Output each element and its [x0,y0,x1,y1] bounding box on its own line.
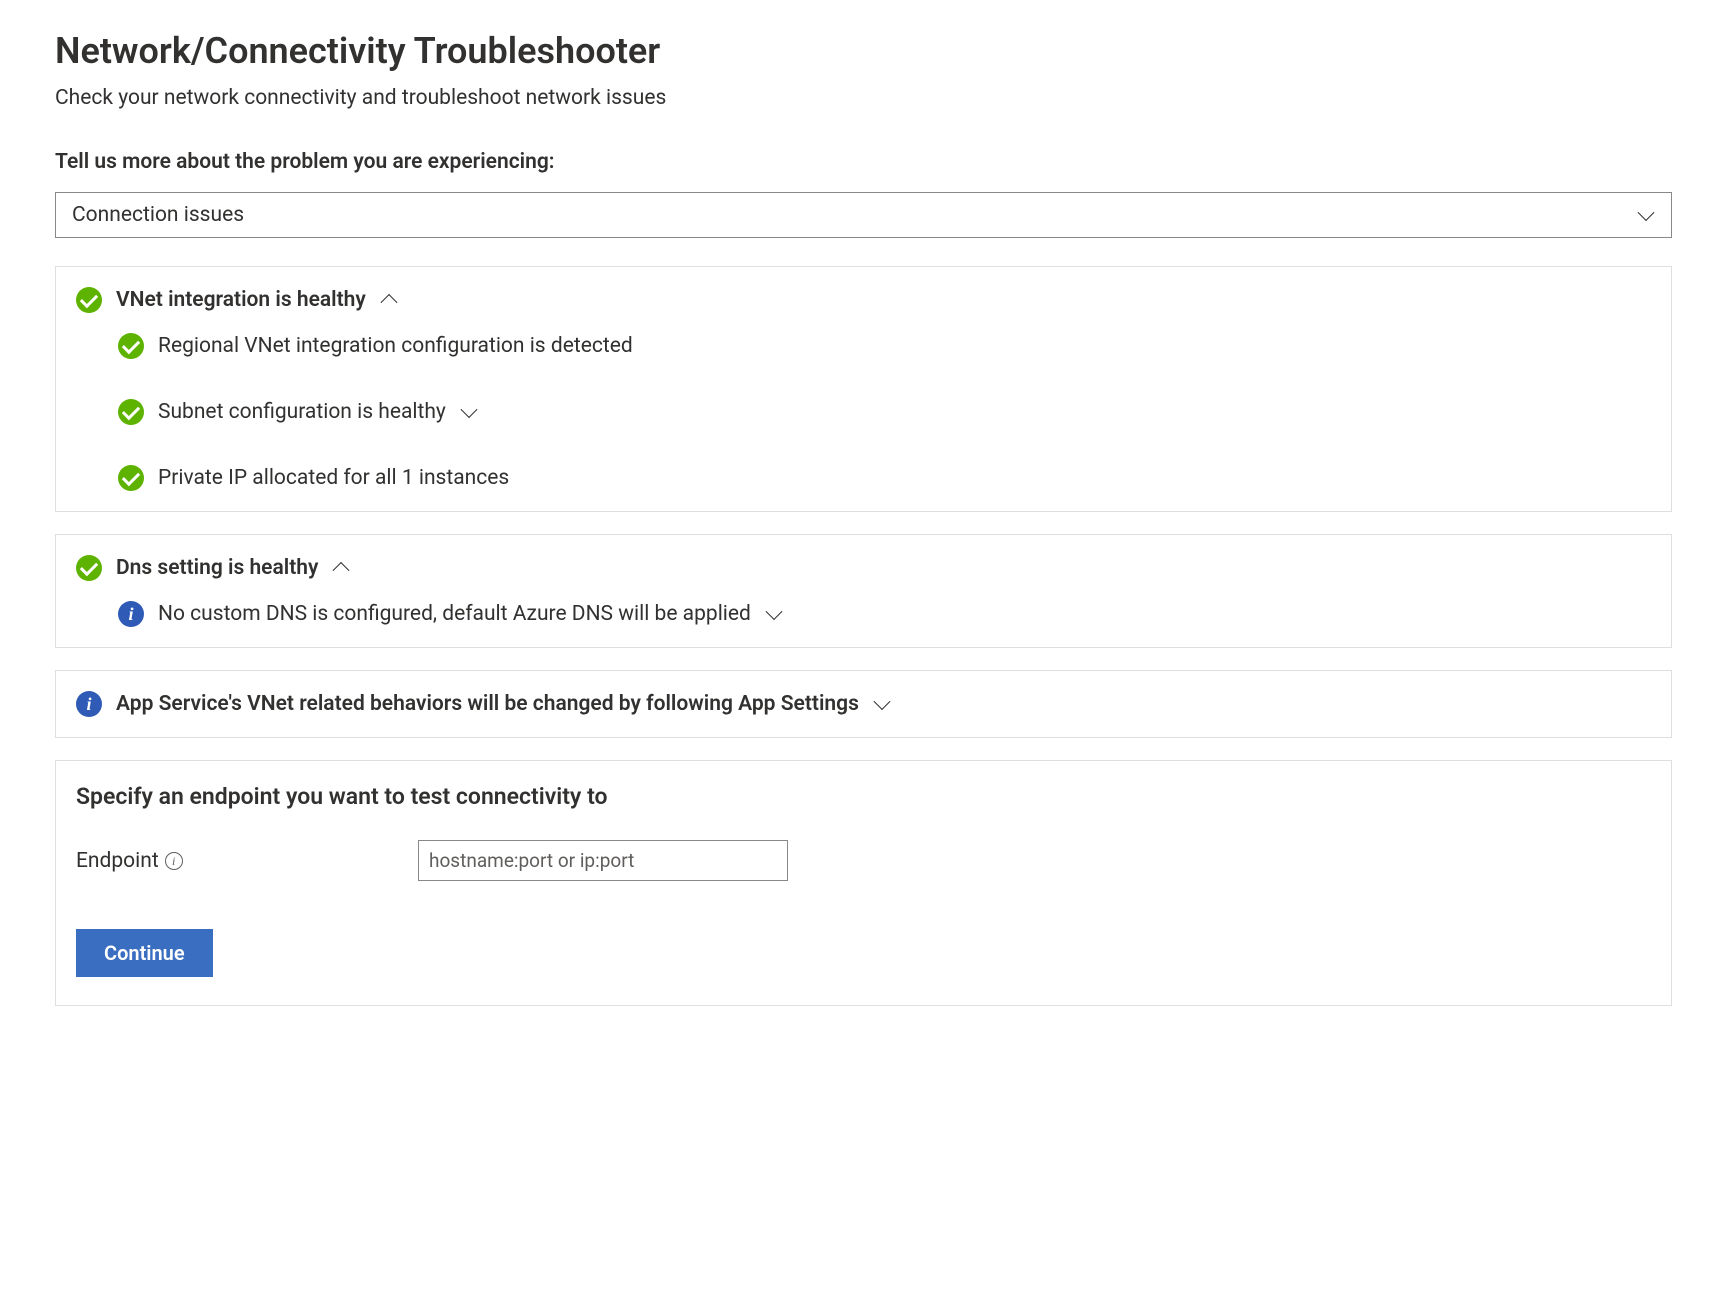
dns-header[interactable]: Dns setting is healthy [76,555,1651,581]
vnet-item[interactable]: Subnet configuration is healthy [118,399,1651,425]
vnet-item-label: Subnet configuration is healthy [158,400,446,424]
vnet-panel: VNet integration is healthy Regional VNe… [55,266,1672,512]
appsettings-title: App Service's VNet related behaviors wil… [116,692,859,716]
info-icon [118,601,144,627]
info-outline-icon[interactable] [165,852,183,870]
vnet-title: VNet integration is healthy [116,288,366,312]
dns-panel: Dns setting is healthy No custom DNS is … [55,534,1672,648]
appsettings-panel: App Service's VNet related behaviors wil… [55,670,1672,738]
check-icon [118,333,144,359]
vnet-header[interactable]: VNet integration is healthy [76,287,1651,313]
vnet-item-label: Regional VNet integration configuration … [158,334,633,358]
endpoint-input[interactable] [418,840,788,881]
continue-button[interactable]: Continue [76,929,213,977]
chevron-up-icon [332,559,350,577]
vnet-item: Private IP allocated for all 1 instances [118,465,1651,491]
appsettings-header[interactable]: App Service's VNet related behaviors wil… [76,691,1651,717]
page-title: Network/Connectivity Troubleshooter [55,30,1672,72]
endpoint-field-label: Endpoint [76,849,159,873]
problem-select-value: Connection issues [72,203,244,227]
chevron-down-icon [460,403,478,421]
page-subtitle: Check your network connectivity and trou… [55,86,1672,110]
info-icon [76,691,102,717]
check-icon [118,465,144,491]
chevron-down-icon [1637,206,1655,224]
prompt-label: Tell us more about the problem you are e… [55,150,1672,174]
endpoint-section-title: Specify an endpoint you want to test con… [76,783,1651,810]
check-icon [76,555,102,581]
chevron-down-icon [873,695,891,713]
dns-item-label: No custom DNS is configured, default Azu… [158,602,751,626]
endpoint-panel: Specify an endpoint you want to test con… [55,760,1672,1006]
check-icon [76,287,102,313]
vnet-item-label: Private IP allocated for all 1 instances [158,466,509,490]
check-icon [118,399,144,425]
chevron-up-icon [380,291,398,309]
chevron-down-icon [765,605,783,623]
dns-item[interactable]: No custom DNS is configured, default Azu… [118,601,1651,627]
problem-select[interactable]: Connection issues [55,192,1672,238]
vnet-item: Regional VNet integration configuration … [118,333,1651,359]
dns-title: Dns setting is healthy [116,556,318,580]
